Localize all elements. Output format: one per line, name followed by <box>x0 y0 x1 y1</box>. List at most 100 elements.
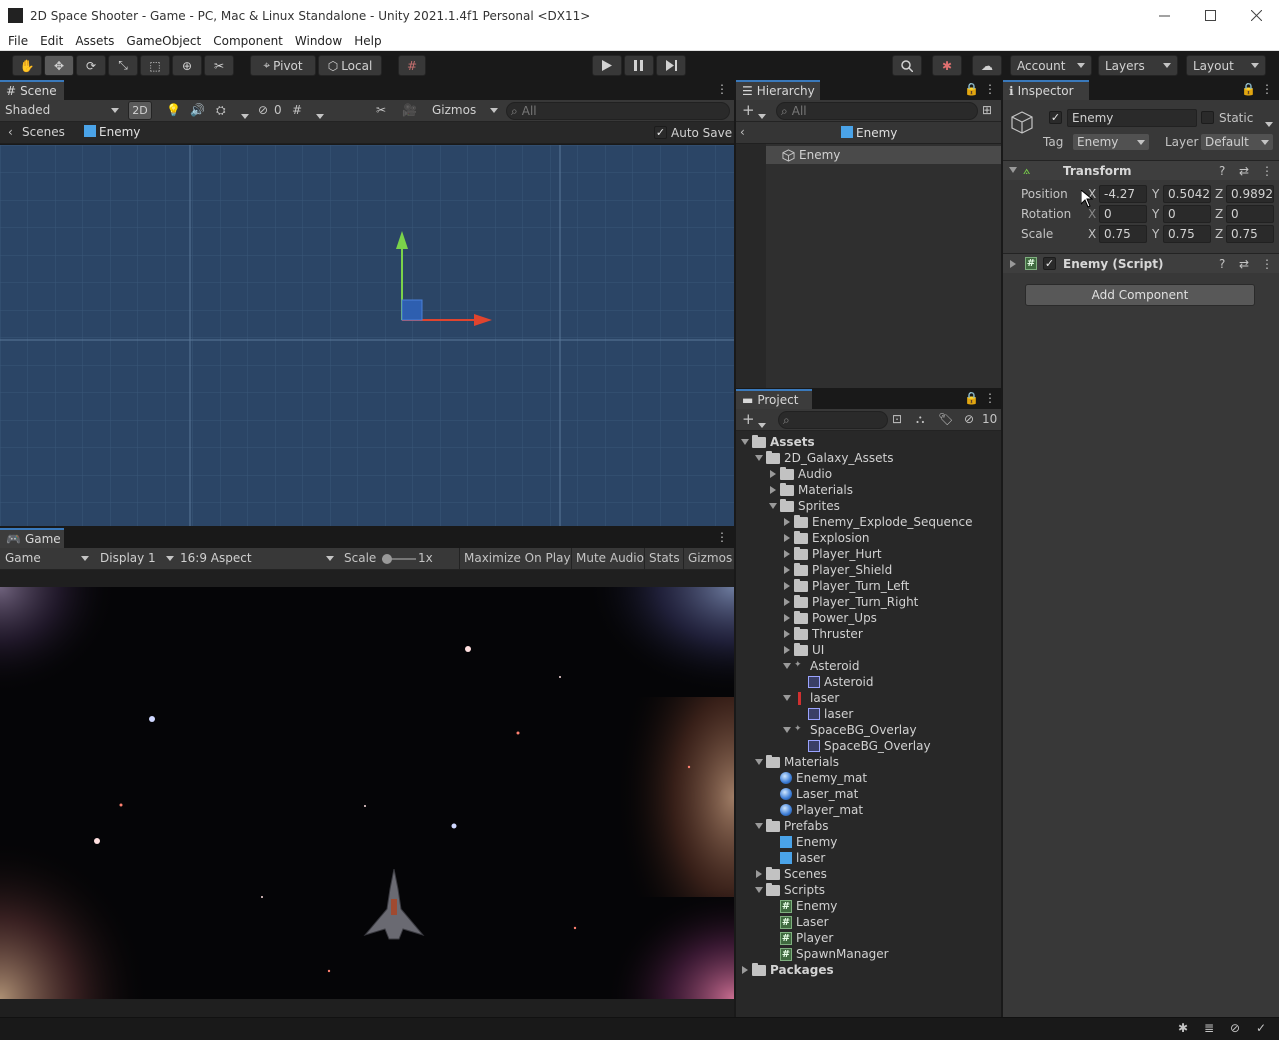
transform-tool-button[interactable]: ⊕ <box>172 55 202 76</box>
hidden-packages-icon[interactable]: ⊘ <box>964 412 974 426</box>
step-button[interactable] <box>656 55 686 76</box>
menu-edit[interactable]: Edit <box>36 34 67 48</box>
cache-server-icon[interactable]: ≣ <box>1204 1021 1214 1035</box>
stats-toggle[interactable]: Stats <box>644 548 684 569</box>
layers-dropdown[interactable]: Layers <box>1098 55 1178 76</box>
mute-audio-toggle[interactable]: Mute Audio <box>571 548 648 569</box>
menu-file[interactable]: File <box>4 34 32 48</box>
foldout-arrow-icon[interactable] <box>782 614 792 622</box>
project-tree-item[interactable]: ✦ Asteroid <box>782 658 860 674</box>
layout-dropdown[interactable]: Layout <box>1186 55 1266 76</box>
foldout-arrow-icon[interactable] <box>782 646 792 654</box>
gizmos-dropdown[interactable]: Gizmos <box>432 103 498 117</box>
tag-dropdown[interactable]: Enemy <box>1073 134 1149 150</box>
foldout-arrow-icon[interactable] <box>782 695 792 701</box>
play-button[interactable] <box>592 55 622 76</box>
object-name-field[interactable]: Enemy <box>1067 109 1197 127</box>
hand-tool-button[interactable]: ✋ <box>12 55 42 76</box>
static-checkbox[interactable] <box>1201 111 1214 124</box>
project-tree-item[interactable]: # Enemy <box>768 898 837 914</box>
lock-icon[interactable]: 🔒 <box>1241 82 1256 96</box>
project-tree-item[interactable]: Materials <box>768 482 853 498</box>
lock-icon[interactable]: 🔒 <box>964 82 979 96</box>
game-view-dropdown[interactable]: Game <box>5 551 89 565</box>
project-tree-item[interactable]: Packages <box>740 962 834 978</box>
minimize-button[interactable] <box>1141 0 1187 31</box>
project-tree-item[interactable]: laser <box>768 850 825 866</box>
project-tree-item[interactable]: UI <box>782 642 824 658</box>
local-toggle[interactable]: ⬡ Local <box>318 55 382 76</box>
foldout-arrow-icon[interactable] <box>768 486 778 494</box>
back-icon[interactable]: ‹ <box>740 125 745 139</box>
project-tree-item[interactable]: Thruster <box>782 626 863 642</box>
project-tree-item[interactable]: Explosion <box>782 530 870 546</box>
project-tree-item[interactable]: # Laser <box>768 914 829 930</box>
rotation-x-label[interactable]: X <box>1088 207 1096 221</box>
add-icon[interactable]: + <box>742 410 755 428</box>
hidden-objects-icon[interactable]: ⊘ <box>258 103 268 117</box>
position-z-field[interactable]: 0.98929 <box>1226 185 1274 203</box>
tab-inspector[interactable]: ℹ Inspector <box>1003 80 1089 100</box>
foldout-arrow-icon[interactable] <box>768 470 778 478</box>
more-options-icon[interactable]: ⋮ <box>1261 257 1273 271</box>
project-tree-item[interactable]: Prefabs <box>754 818 829 834</box>
tag-icon[interactable]: 🏷 <box>938 412 953 426</box>
scale-z-field[interactable]: 0.75 <box>1226 225 1274 243</box>
display-dropdown[interactable]: Display 1 <box>100 551 174 565</box>
project-tree-item[interactable]: Player_mat <box>768 802 863 818</box>
auto-save-checkbox[interactable]: ✓ <box>654 126 667 139</box>
help-icon[interactable]: ? <box>1219 257 1225 271</box>
rect-tool-button[interactable]: ⬚ <box>140 55 170 76</box>
project-tree-item[interactable]: Asteroid <box>796 674 874 690</box>
project-tree-item[interactable]: Enemy <box>768 834 837 850</box>
project-tree-item[interactable]: # SpawnManager <box>768 946 889 962</box>
foldout-arrow-icon[interactable] <box>754 455 764 461</box>
rotation-z-label[interactable]: Z <box>1215 207 1223 221</box>
camera-icon[interactable]: 🎥 <box>402 103 417 117</box>
move-tool-button[interactable]: ✥ <box>44 55 74 76</box>
lock-icon[interactable]: 🔒 <box>964 391 979 405</box>
project-tree-item[interactable]: Power_Ups <box>782 610 877 626</box>
maximize-button[interactable] <box>1187 0 1233 31</box>
project-tree-item[interactable]: Scripts <box>754 882 825 898</box>
scene-viewport[interactable] <box>0 145 734 526</box>
foldout-arrow-icon[interactable] <box>754 759 764 765</box>
chevron-down-icon[interactable] <box>1265 116 1273 130</box>
search-button[interactable] <box>892 55 922 76</box>
foldout-arrow-icon[interactable] <box>782 550 792 558</box>
back-icon[interactable]: ‹ <box>8 125 13 139</box>
filter-type-icon[interactable]: ⛬ <box>916 412 924 427</box>
position-y-field[interactable]: 0.5042 <box>1163 185 1211 203</box>
presets-icon[interactable]: ⇄ <box>1239 257 1249 271</box>
project-tree-item[interactable]: laser <box>782 690 839 706</box>
lighting-icon[interactable]: 💡 <box>166 103 181 117</box>
add-component-button[interactable]: Add Component <box>1025 284 1255 306</box>
check-icon[interactable]: ✓ <box>1256 1021 1266 1035</box>
foldout-arrow-icon[interactable] <box>782 598 792 606</box>
position-z-label[interactable]: Z <box>1215 187 1223 201</box>
scale-slider-thumb[interactable] <box>382 554 392 564</box>
scale-y-label[interactable]: Y <box>1152 227 1159 241</box>
foldout-arrow-icon[interactable] <box>754 823 764 829</box>
more-options-icon[interactable]: ⋮ <box>984 82 996 96</box>
game-gizmos-toggle[interactable]: Gizmos <box>683 548 736 569</box>
presets-icon[interactable]: ⇄ <box>1239 164 1249 178</box>
project-tree-item[interactable]: Enemy_mat <box>768 770 867 786</box>
foldout-arrow-icon[interactable] <box>754 870 764 878</box>
foldout-arrow-icon[interactable] <box>782 566 792 574</box>
chevron-down-icon[interactable] <box>758 108 766 122</box>
move-gizmo[interactable] <box>392 227 502 327</box>
menu-assets[interactable]: Assets <box>71 34 118 48</box>
effects-icon[interactable]: ⛭ <box>216 103 226 118</box>
script-component-header[interactable]: # ✓ Enemy (Script) ? ⇄ ⋮ <box>1003 253 1279 273</box>
menu-component[interactable]: Component <box>209 34 287 48</box>
project-tree-item[interactable]: # Player <box>768 930 833 946</box>
scene-search-input[interactable]: ⌕ All <box>506 102 730 120</box>
search-mode-icon[interactable]: ⊡ <box>892 412 902 426</box>
help-icon[interactable]: ? <box>1219 164 1225 178</box>
foldout-arrow-icon[interactable] <box>740 439 750 445</box>
project-tree-item[interactable]: ✦ SpaceBG_Overlay <box>782 722 917 738</box>
project-tree-item[interactable]: SpaceBG_Overlay <box>796 738 931 754</box>
shading-mode-dropdown[interactable]: Shaded <box>5 103 119 117</box>
hierarchy-search-input[interactable]: ⌕ All <box>776 102 978 120</box>
